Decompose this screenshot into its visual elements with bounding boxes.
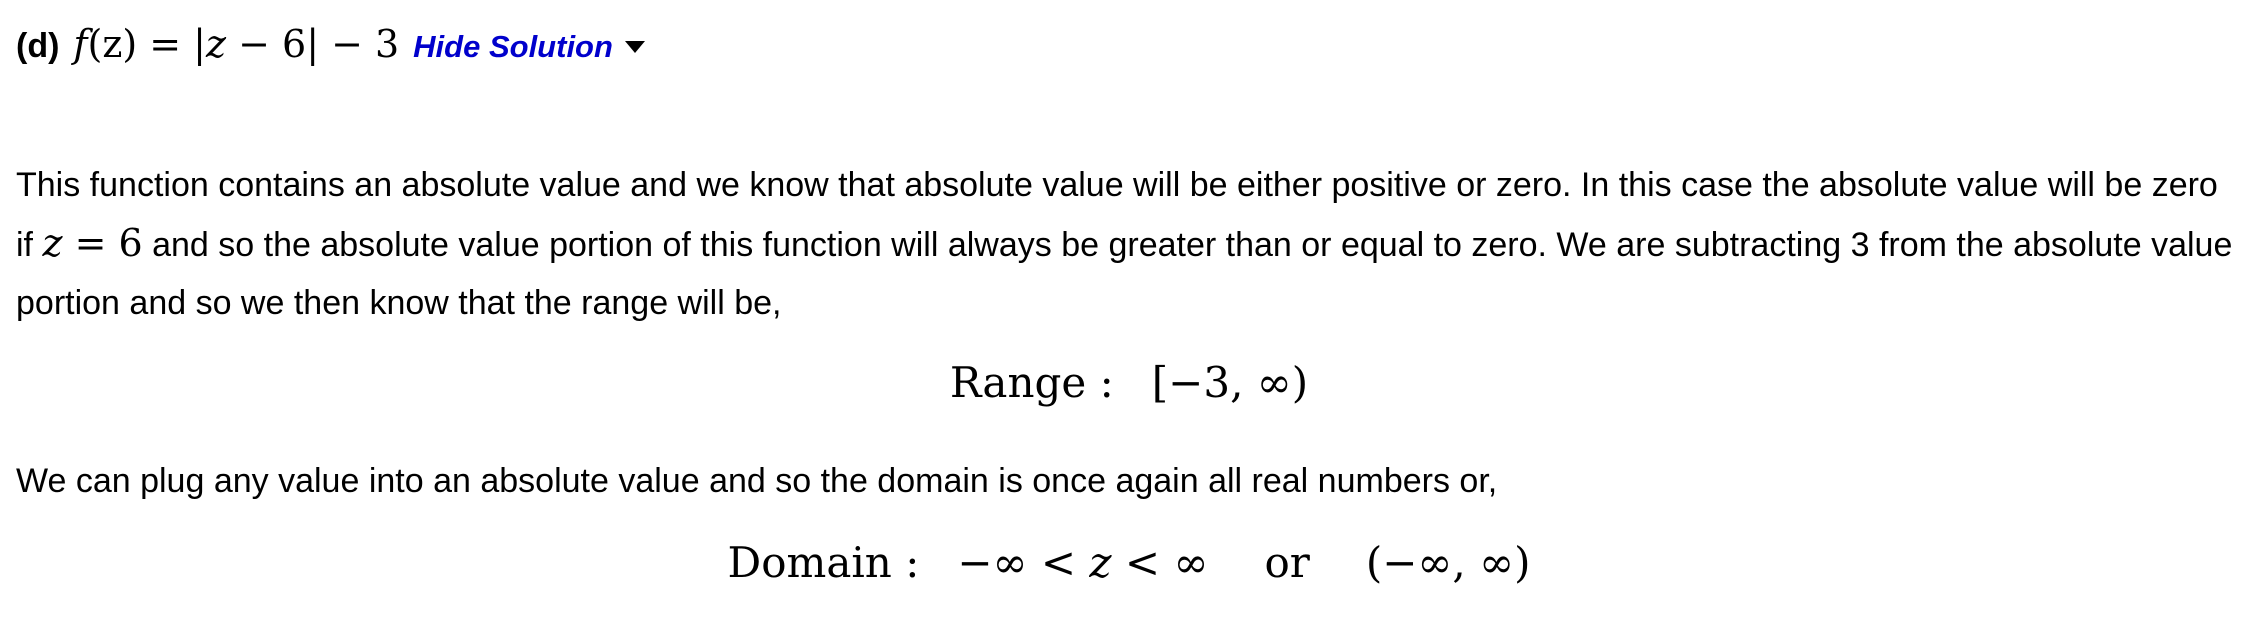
domain-interval: (−∞, ∞) (1365, 538, 1531, 587)
inline-math-rest: = 6 (62, 221, 143, 265)
caret-down-icon[interactable] (624, 41, 645, 53)
inline-math-z-equals-6: z = 6 (42, 221, 142, 265)
domain-inequality-right: < ∞ (1111, 538, 1209, 587)
function-name: f (73, 22, 88, 66)
domain-connector: or (1264, 538, 1310, 587)
range-explanation-paragraph: This function contains an absolute value… (16, 156, 2242, 332)
function-definition: f(z) = |z − 6| − 3 (73, 22, 399, 66)
part-label: (d) (16, 27, 60, 65)
function-rhs-variable: z (205, 22, 227, 66)
inline-math-variable: z (42, 221, 63, 265)
range-display: Range : [−3, ∞) (16, 358, 2242, 407)
domain-display: Domain : −∞ < z < ∞ or (−∞, ∞) (16, 538, 2242, 587)
hide-solution-label[interactable]: Hide Solution (413, 29, 613, 65)
domain-label: Domain : (727, 538, 920, 587)
paragraph1-text-after: and so the absolute value portion of thi… (16, 226, 2233, 322)
hide-solution-toggle[interactable]: Hide Solution (413, 29, 645, 65)
problem-header: (d) f(z) = |z − 6| − 3 Hide Solution (16, 22, 645, 66)
range-label: Range : (949, 358, 1114, 407)
domain-inequality-variable: z (1089, 538, 1112, 587)
domain-inequality: −∞ < z < ∞ (957, 538, 1208, 587)
range-value: [−3, ∞) (1151, 358, 1309, 407)
function-rhs-suffix: − 6| − 3 (226, 22, 400, 66)
function-argument: (z) (87, 22, 138, 66)
domain-inequality-left: −∞ < (957, 538, 1090, 587)
function-rhs-prefix: = | (137, 22, 206, 66)
domain-explanation-paragraph: We can plug any value into an absolute v… (16, 462, 1498, 500)
